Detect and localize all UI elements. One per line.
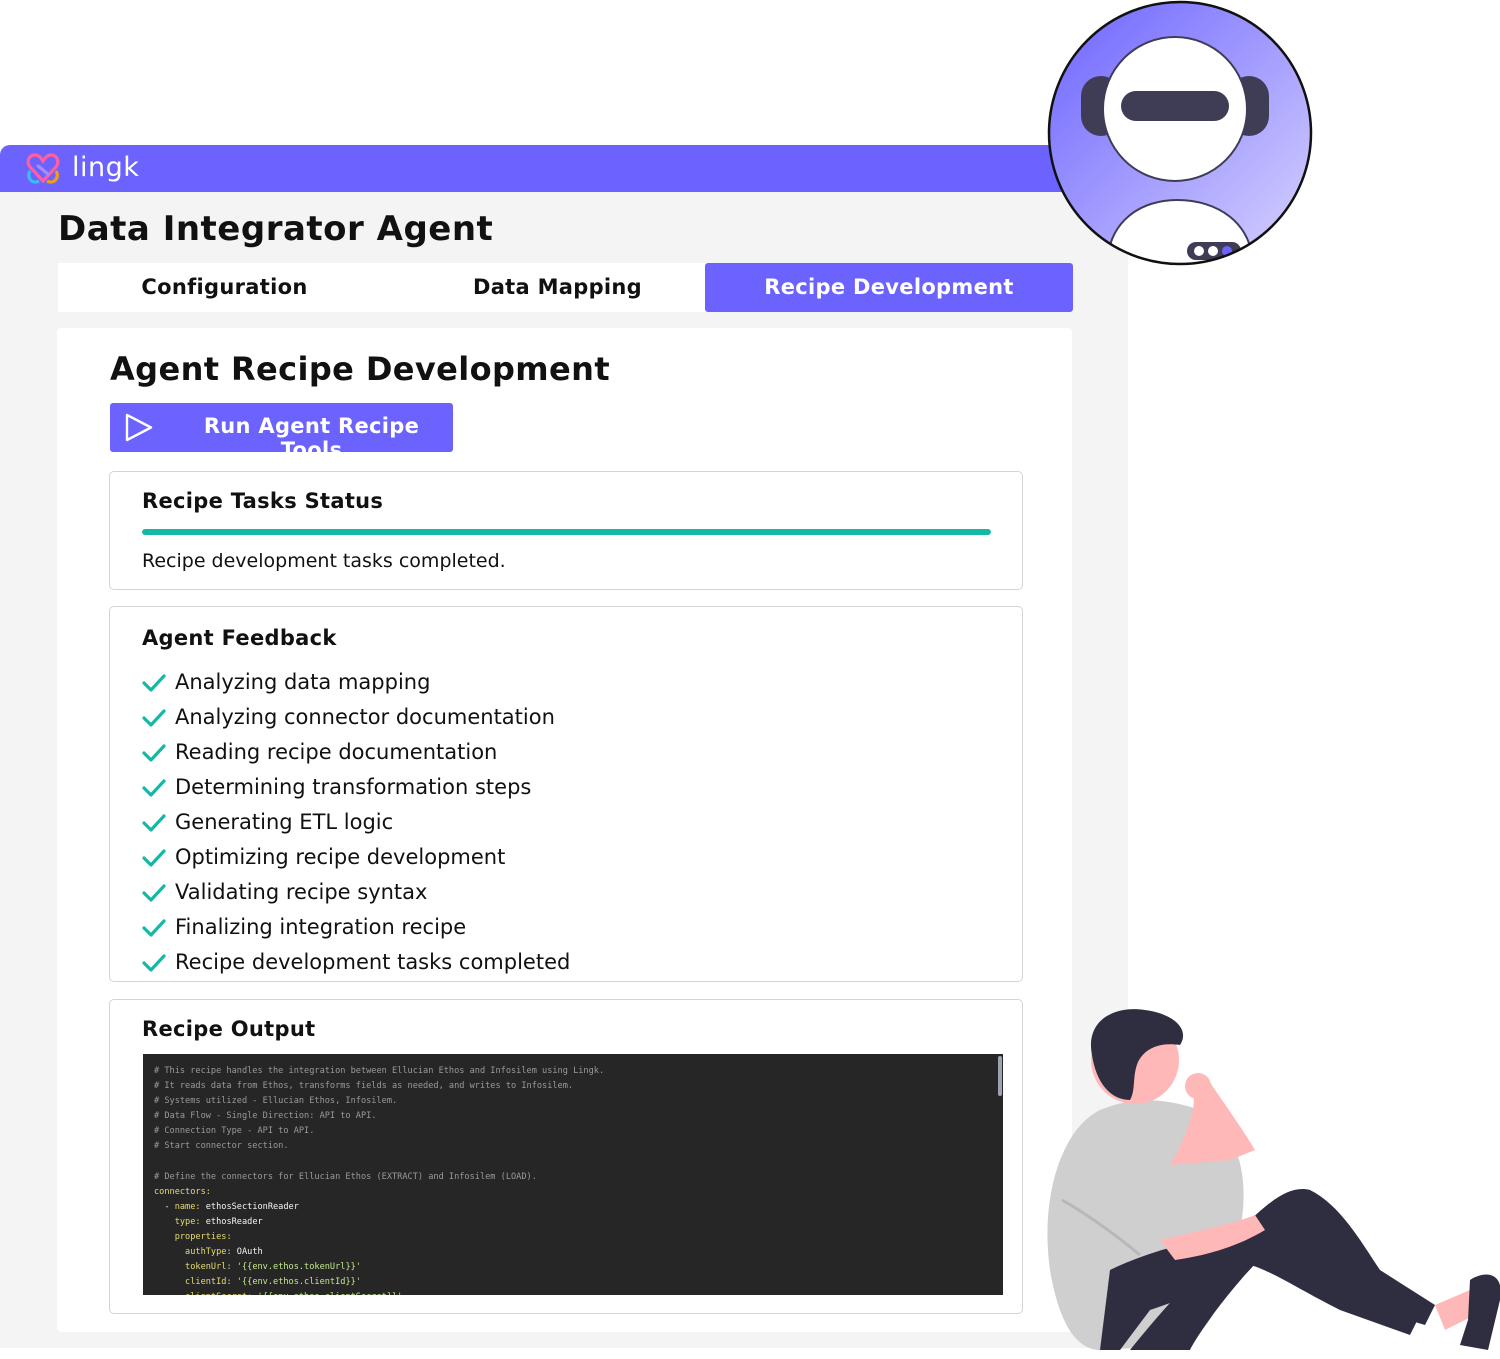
feedback-list: Analyzing data mapping Analyzing connecto… <box>142 665 570 980</box>
feedback-card-title: Agent Feedback <box>142 626 337 650</box>
code-key: properties: <box>174 1232 232 1243</box>
tab-configuration[interactable]: Configuration <box>58 263 391 312</box>
feedback-item-label: Generating ETL logic <box>175 810 394 834</box>
code-value: OAuth <box>231 1247 263 1258</box>
app-window: lingk Data Integrator Agent Configuratio… <box>0 145 1128 1348</box>
agent-feedback-card: Agent Feedback Analyzing data mapping Ana… <box>109 606 1023 982</box>
code-line: clientId: '{{env.ethos.clientId}}' <box>154 1275 1003 1290</box>
code-key: clientSecret: <box>185 1292 252 1295</box>
feedback-item-label: Validating recipe syntax <box>175 880 428 904</box>
code-line: # Start connector section. <box>154 1141 289 1152</box>
feedback-item-label: Analyzing data mapping <box>175 670 431 694</box>
code-line: type: ethosReader <box>154 1215 1003 1230</box>
output-card-title: Recipe Output <box>142 1017 316 1041</box>
code-line: # It reads data from Ethos, transforms f… <box>154 1081 574 1092</box>
feedback-item-label: Finalizing integration recipe <box>175 915 467 939</box>
check-icon <box>142 779 166 797</box>
code-line: # Define the connectors for Ellucian Eth… <box>154 1171 537 1182</box>
progress-bar-fill <box>142 529 991 535</box>
code-text: # This recipe handles the integration be… <box>143 1054 1003 1295</box>
feedback-item: Determining transformation steps <box>142 770 570 805</box>
code-line: # Data Flow - Single Direction: API to A… <box>154 1111 377 1122</box>
feedback-item-label: Determining transformation steps <box>175 775 532 799</box>
main-panel: Agent Recipe Development Run Agent Recip… <box>57 328 1072 1332</box>
top-bar: lingk <box>0 145 1128 192</box>
run-button-label: Run Agent Recipe Tools <box>203 414 420 462</box>
code-key: connectors: <box>154 1186 211 1197</box>
code-scrollbar[interactable] <box>998 1056 1002 1096</box>
check-icon <box>142 814 166 832</box>
code-indent: - <box>154 1201 175 1212</box>
code-value: '{{env.ethos.tokenUrl}}' <box>231 1262 361 1273</box>
feedback-item: Validating recipe syntax <box>142 875 570 910</box>
check-icon <box>142 954 166 972</box>
code-key: tokenUrl: <box>185 1262 232 1273</box>
recipe-tasks-status-card: Recipe Tasks Status Recipe development t… <box>109 471 1023 590</box>
feedback-item: Generating ETL logic <box>142 805 570 840</box>
app-title: Data Integrator Agent <box>58 209 494 249</box>
code-key: name: <box>174 1201 201 1212</box>
feedback-item: Analyzing data mapping <box>142 665 570 700</box>
code-key: authType: <box>185 1247 232 1258</box>
feedback-item: Optimizing recipe development <box>142 840 570 875</box>
code-line: properties: <box>154 1230 1003 1245</box>
code-line: clientSecret: '{{env.ethos.clientSecret}… <box>154 1290 1003 1295</box>
feedback-item-label: Optimizing recipe development <box>175 845 506 869</box>
feedback-item-label: Analyzing connector documentation <box>175 705 555 729</box>
feedback-item: Reading recipe documentation <box>142 735 570 770</box>
status-text: Recipe development tasks completed. <box>142 550 506 572</box>
code-line: authType: OAuth <box>154 1245 1003 1260</box>
check-icon <box>142 674 166 692</box>
code-value: ethosSectionReader <box>200 1201 299 1212</box>
check-icon <box>142 849 166 867</box>
code-line: # This recipe handles the integration be… <box>154 1066 605 1076</box>
code-value: '{{env.ethos.clientSecret}}' <box>252 1292 402 1295</box>
code-key: clientId: <box>185 1277 232 1288</box>
lingk-logo-icon <box>26 153 60 184</box>
run-agent-recipe-tools-button[interactable]: Run Agent Recipe Tools <box>110 403 453 462</box>
check-icon <box>142 709 166 727</box>
check-icon <box>142 919 166 937</box>
code-line: - name: ethosSectionReader <box>154 1200 1003 1215</box>
status-card-title: Recipe Tasks Status <box>142 489 384 513</box>
tab-bar: Configuration Data Mapping Recipe Develo… <box>58 263 1073 312</box>
tab-data-mapping[interactable]: Data Mapping <box>391 263 724 312</box>
progress-bar <box>142 529 991 535</box>
feedback-item: Analyzing connector documentation <box>142 700 570 735</box>
thinking-person-illustration <box>1047 1009 1500 1350</box>
feedback-item-label: Recipe development tasks completed <box>175 950 571 974</box>
tab-recipe-development[interactable]: Recipe Development <box>705 263 1073 312</box>
code-value: '{{env.ethos.clientId}}' <box>231 1277 361 1288</box>
code-line: connectors: <box>154 1185 1003 1200</box>
feedback-item-label: Reading recipe documentation <box>175 740 498 764</box>
feedback-item: Recipe development tasks completed <box>142 945 570 980</box>
play-icon <box>125 413 153 442</box>
check-icon <box>142 744 166 762</box>
code-line: # Systems utilized - Ellucian Ethos, Inf… <box>154 1096 398 1107</box>
robot-avatar-illustration <box>1047 0 1313 266</box>
code-key: type: <box>174 1216 201 1227</box>
check-icon <box>142 884 166 902</box>
code-line: tokenUrl: '{{env.ethos.tokenUrl}}' <box>154 1260 1003 1275</box>
logo-text: lingk <box>72 152 140 183</box>
code-value: ethosReader <box>200 1216 263 1227</box>
code-output[interactable]: # This recipe handles the integration be… <box>143 1054 1003 1295</box>
code-line: # Connection Type - API to API. <box>154 1126 315 1137</box>
recipe-output-card: Recipe Output # This recipe handles the … <box>109 999 1023 1314</box>
feedback-item: Finalizing integration recipe <box>142 910 570 945</box>
section-title: Agent Recipe Development <box>110 350 611 388</box>
